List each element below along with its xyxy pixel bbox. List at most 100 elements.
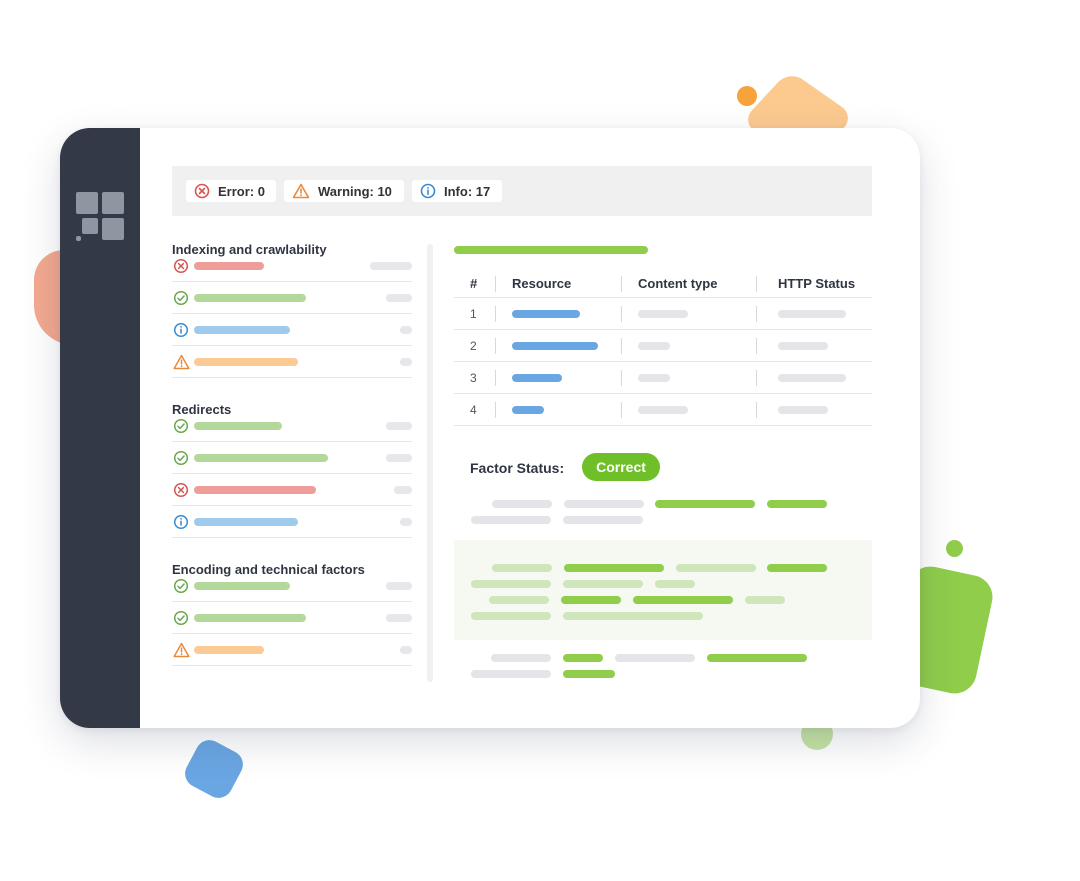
column-separator bbox=[756, 370, 757, 386]
column-separator bbox=[756, 276, 757, 292]
item-value-placeholder bbox=[386, 294, 412, 302]
table-row[interactable]: 3 bbox=[454, 362, 872, 394]
item-value-placeholder bbox=[400, 518, 412, 526]
text-line-placeholder bbox=[563, 516, 643, 524]
column-separator bbox=[756, 402, 757, 418]
item-value-placeholder bbox=[370, 262, 412, 270]
column-separator bbox=[495, 306, 496, 322]
panel-divider bbox=[427, 244, 433, 682]
sidebar bbox=[60, 128, 140, 728]
warning-triangle-icon bbox=[292, 183, 310, 199]
text-line-placeholder bbox=[492, 500, 552, 508]
factor-status-badge[interactable]: Correct bbox=[582, 453, 660, 481]
check-list-item[interactable] bbox=[172, 314, 412, 346]
text-line-placeholder bbox=[471, 670, 551, 678]
text-line-placeholder bbox=[561, 596, 621, 604]
warning-count-chip[interactable]: Warning: 10 bbox=[284, 180, 404, 202]
check-list-item[interactable] bbox=[172, 570, 412, 602]
column-separator bbox=[495, 338, 496, 354]
text-line-placeholder bbox=[767, 500, 827, 508]
text-line-placeholder bbox=[655, 500, 755, 508]
check-circle-icon bbox=[173, 610, 189, 626]
text-line-placeholder bbox=[564, 500, 644, 508]
resource-placeholder bbox=[512, 406, 544, 414]
check-list-item[interactable] bbox=[172, 282, 412, 314]
info-count-chip[interactable]: Info: 17 bbox=[412, 180, 502, 202]
warning-triangle-icon bbox=[173, 354, 190, 370]
item-title-placeholder bbox=[194, 326, 290, 334]
item-value-placeholder bbox=[400, 358, 412, 366]
check-circle-icon bbox=[173, 450, 189, 466]
warning-count-label: Warning: 10 bbox=[318, 183, 392, 199]
item-title-placeholder bbox=[194, 262, 264, 270]
error-count-label: Error: 0 bbox=[218, 183, 265, 199]
check-list-item[interactable] bbox=[172, 250, 412, 282]
text-line-placeholder bbox=[489, 596, 549, 604]
content-type-placeholder bbox=[638, 374, 670, 382]
item-title-placeholder bbox=[194, 486, 316, 494]
resource-placeholder bbox=[512, 342, 598, 350]
content-type-placeholder bbox=[638, 342, 670, 350]
row-number: 4 bbox=[470, 403, 477, 417]
check-list-item[interactable] bbox=[172, 410, 412, 442]
error-count-chip[interactable]: Error: 0 bbox=[186, 180, 276, 202]
text-line-placeholder bbox=[471, 516, 551, 524]
content-type-placeholder bbox=[638, 406, 688, 414]
text-line-placeholder bbox=[471, 612, 551, 620]
item-title-placeholder bbox=[194, 454, 328, 462]
text-line-placeholder bbox=[563, 580, 643, 588]
info-count-label: Info: 17 bbox=[444, 183, 491, 199]
highlighted-block bbox=[454, 540, 872, 640]
http-status-placeholder bbox=[778, 374, 846, 382]
item-value-placeholder bbox=[400, 326, 412, 334]
column-separator bbox=[621, 276, 622, 292]
text-line-placeholder bbox=[707, 654, 807, 662]
item-title-placeholder bbox=[194, 582, 290, 590]
table-row[interactable]: 1 bbox=[454, 298, 872, 330]
column-separator bbox=[621, 306, 622, 322]
text-line-placeholder bbox=[615, 654, 695, 662]
check-list-item[interactable] bbox=[172, 442, 412, 474]
resource-placeholder bbox=[512, 374, 562, 382]
resource-placeholder bbox=[512, 310, 580, 318]
item-title-placeholder bbox=[194, 518, 298, 526]
check-list-item[interactable] bbox=[172, 634, 412, 666]
decor-green-dot bbox=[946, 540, 963, 557]
http-status-placeholder bbox=[778, 310, 846, 318]
row-number: 2 bbox=[470, 339, 477, 353]
column-separator bbox=[756, 338, 757, 354]
item-title-placeholder bbox=[194, 614, 306, 622]
factor-status-label: Factor Status: bbox=[470, 460, 565, 476]
check-list-item[interactable] bbox=[172, 602, 412, 634]
column-separator bbox=[621, 370, 622, 386]
col-header-http-status: HTTP Status bbox=[778, 276, 856, 291]
item-title-placeholder bbox=[194, 294, 306, 302]
text-line-placeholder bbox=[492, 564, 552, 572]
check-list-item[interactable] bbox=[172, 346, 412, 378]
item-value-placeholder bbox=[386, 454, 412, 462]
text-line-placeholder bbox=[676, 564, 756, 572]
text-line-placeholder bbox=[563, 612, 703, 620]
text-line-placeholder bbox=[633, 596, 733, 604]
text-line-placeholder bbox=[564, 564, 664, 572]
item-value-placeholder bbox=[386, 422, 412, 430]
column-separator bbox=[621, 402, 622, 418]
issue-summary-bar: Error: 0 Warning: 10 Info: 17 bbox=[172, 166, 872, 216]
check-list-item[interactable] bbox=[172, 506, 412, 538]
check-circle-icon bbox=[173, 578, 189, 594]
app-window: Error: 0 Warning: 10 Info: 17 Indexing a… bbox=[60, 128, 920, 728]
info-circle-icon bbox=[173, 514, 189, 530]
info-circle-icon bbox=[420, 183, 436, 199]
decor-blue-shape bbox=[180, 735, 248, 803]
text-line-placeholder bbox=[471, 580, 551, 588]
decor-orange-dot bbox=[737, 86, 757, 106]
error-circle-icon bbox=[173, 258, 189, 274]
table-row[interactable]: 4 bbox=[454, 394, 872, 426]
table-row[interactable]: 2 bbox=[454, 330, 872, 362]
col-header-resource: Resource bbox=[512, 276, 572, 291]
http-status-placeholder bbox=[778, 406, 828, 414]
item-title-placeholder bbox=[194, 422, 282, 430]
text-line-placeholder bbox=[745, 596, 785, 604]
check-list-item[interactable] bbox=[172, 474, 412, 506]
item-value-placeholder bbox=[394, 486, 412, 494]
